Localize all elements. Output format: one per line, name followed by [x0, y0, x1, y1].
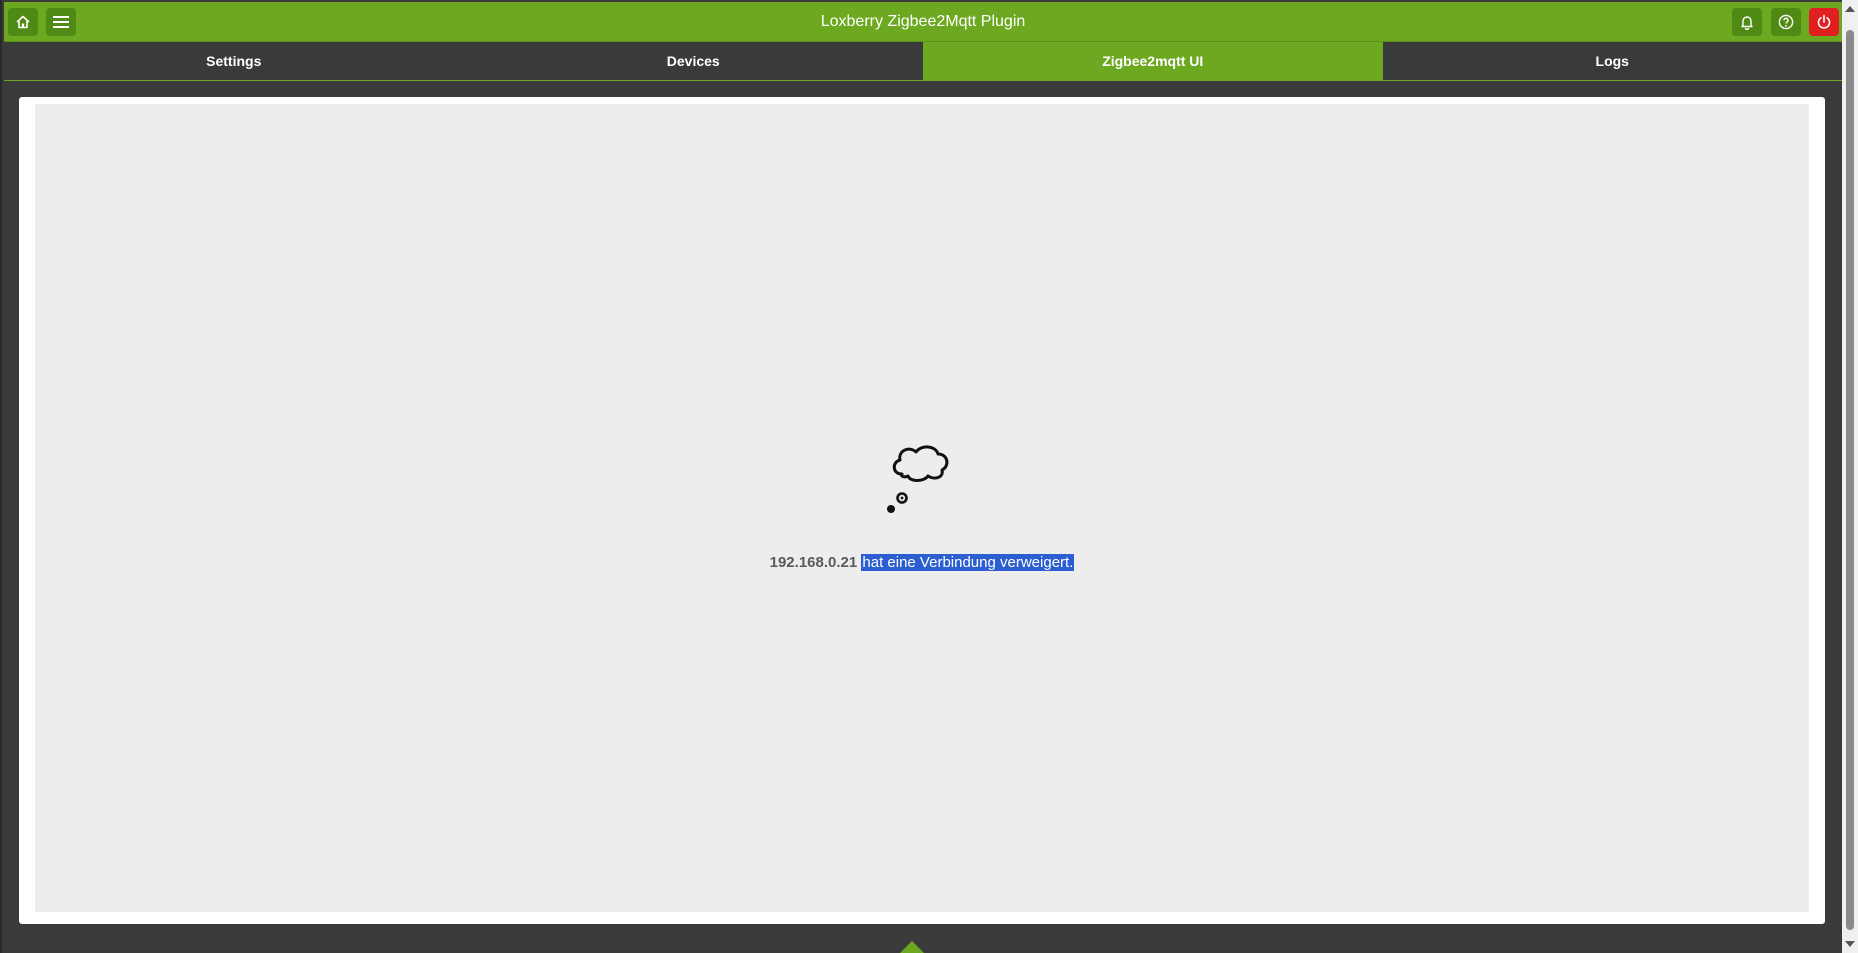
scroll-down-icon[interactable] [1845, 941, 1855, 947]
bell-icon [1739, 14, 1755, 30]
tab-settings[interactable]: Settings [4, 42, 464, 80]
error-text: hat eine Verbindung verweigert. [861, 554, 1075, 571]
tab-zigbee2mqtt-ui[interactable]: Zigbee2mqtt UI [923, 42, 1383, 80]
power-icon [1816, 14, 1832, 30]
app-window: Loxberry Zigbee2Mqtt Plugin Settings Dev… [0, 0, 1842, 953]
tab-bar: Settings Devices Zigbee2mqtt UI Logs [4, 42, 1842, 81]
page-title: Loxberry Zigbee2Mqtt Plugin [820, 13, 1026, 30]
vertical-scrollbar[interactable] [1842, 0, 1858, 953]
scroll-top-arrow-icon[interactable] [900, 941, 924, 953]
menu-button[interactable] [46, 8, 76, 36]
power-button[interactable] [1809, 8, 1839, 36]
home-icon [15, 14, 31, 30]
menu-icon [53, 15, 69, 29]
help-icon [1778, 14, 1794, 30]
help-button[interactable] [1771, 8, 1801, 36]
home-button[interactable] [8, 8, 38, 36]
notifications-button[interactable] [1732, 8, 1762, 36]
top-bar: Loxberry Zigbee2Mqtt Plugin [4, 2, 1842, 42]
tab-logs[interactable]: Logs [1383, 42, 1843, 80]
error-message: 192.168.0.21 hat eine Verbindung verweig… [2, 554, 1842, 571]
scrollbar-thumb[interactable] [1846, 30, 1854, 930]
thought-cloud-icon [882, 438, 962, 523]
error-host: 192.168.0.21 [769, 554, 858, 571]
scroll-up-icon[interactable] [1845, 6, 1855, 12]
tab-devices[interactable]: Devices [464, 42, 924, 80]
